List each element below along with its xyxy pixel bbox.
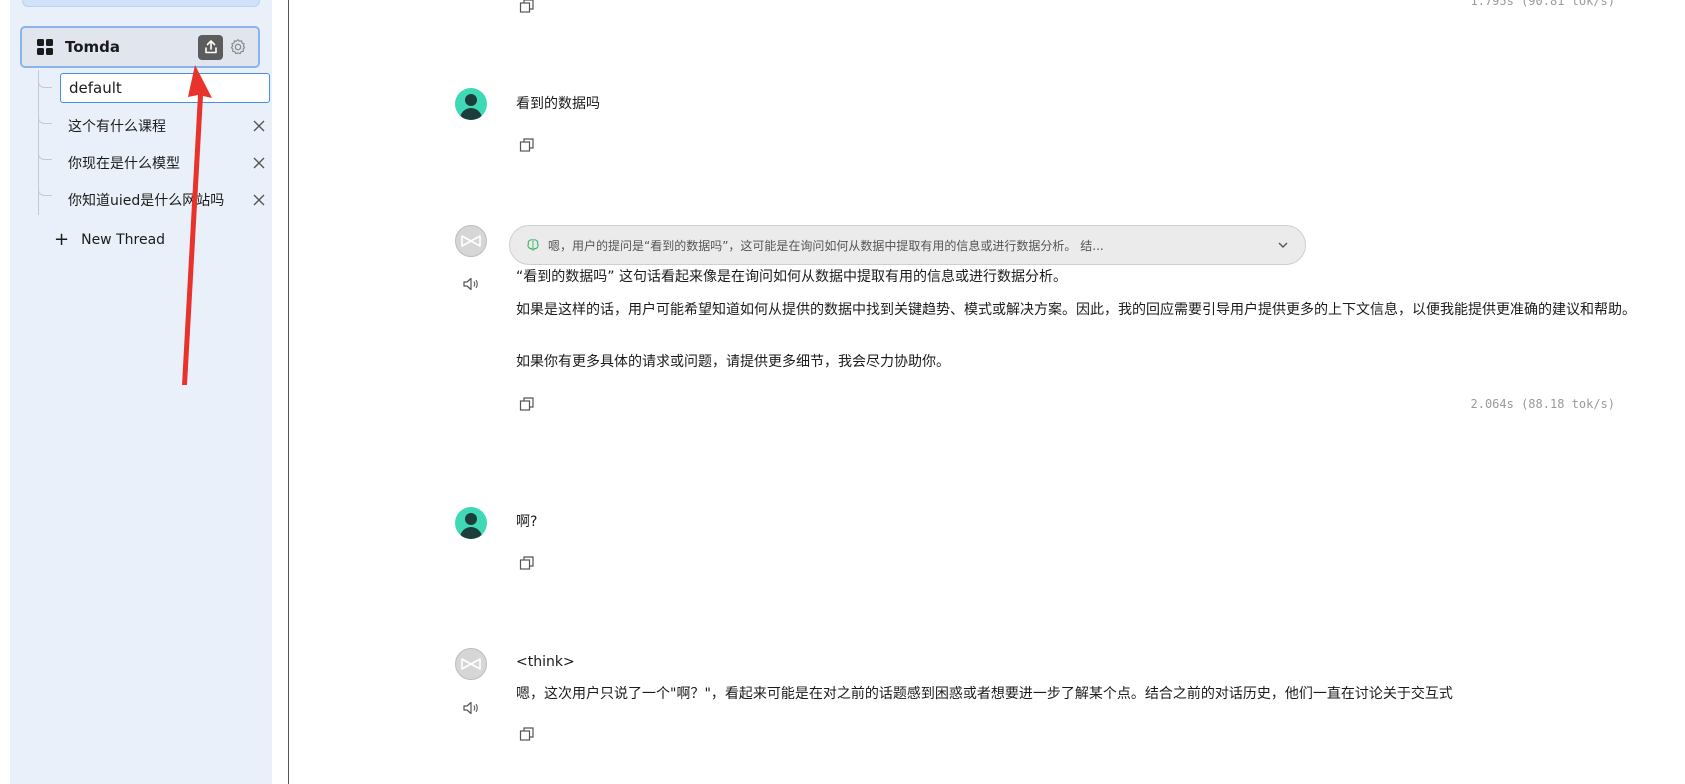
- assistant-paragraph: “看到的数据吗” 这句话看起来像是在询问如何从数据中提取有用的信息或进行数据分析…: [516, 269, 1067, 285]
- app-window: Tomda 这个有什么课程: [0, 0, 1685, 784]
- sidebar: Tomda 这个有什么课程: [10, 0, 272, 784]
- user-message: 看到的数据吗: [516, 96, 600, 112]
- new-thread-button[interactable]: + New Thread: [54, 231, 165, 249]
- topic-label: 这个有什么课程: [68, 119, 166, 135]
- brain-icon: [527, 239, 539, 251]
- copy-icon[interactable]: [519, 396, 535, 412]
- bowtie-logo-icon: [461, 235, 481, 247]
- topic-label: 你现在是什么模型: [68, 156, 180, 172]
- response-stat: 1.795s (90.81 tok/s): [1470, 0, 1616, 8]
- tree-branch: [38, 186, 52, 196]
- sidebar-top-item[interactable]: [22, 0, 260, 7]
- chevron-down-icon[interactable]: [1277, 239, 1289, 251]
- topic-item[interactable]: 你现在是什么模型: [60, 149, 270, 177]
- tree-branch: [38, 150, 52, 160]
- new-thread-label: New Thread: [81, 232, 166, 248]
- user-avatar: [455, 507, 487, 539]
- export-button[interactable]: [198, 34, 223, 60]
- tree-branch: [38, 78, 52, 88]
- copy-icon[interactable]: [519, 137, 535, 153]
- assistant-card[interactable]: Tomda: [20, 26, 260, 68]
- topic-item[interactable]: 这个有什么课程: [60, 112, 270, 140]
- tree-branch: [38, 114, 52, 124]
- annotation-arrow-icon: [182, 65, 212, 385]
- upload-icon: [204, 40, 217, 54]
- copy-icon[interactable]: [519, 555, 535, 571]
- close-icon[interactable]: [248, 189, 270, 211]
- close-icon[interactable]: [248, 115, 270, 137]
- speaker-icon[interactable]: [462, 699, 480, 717]
- copy-icon[interactable]: [519, 726, 535, 742]
- speaker-icon[interactable]: [462, 275, 480, 293]
- topic-item[interactable]: 你知道uied是什么网站吗: [60, 186, 270, 214]
- thinking-summary-text: 嗯，用户的提问是“看到的数据吗”，这可能是在询问如何从数据中提取有用的信息或进行…: [548, 238, 1104, 253]
- chat-area: 1.795s (90.81 tok/s) 看到的数据吗 嗯，用户的提问是“看到的…: [289, 0, 1685, 784]
- gear-icon: [230, 39, 245, 55]
- assistant-name: Tomda: [65, 38, 121, 56]
- response-stat: 2.064s (88.18 tok/s): [1470, 397, 1616, 411]
- assistant-avatar: [455, 648, 487, 680]
- assistant-paragraph: 如果你有更多具体的请求或问题，请提供更多细节，我会尽力协助你。: [516, 354, 950, 370]
- assistant-avatar: [455, 225, 487, 257]
- topic-name-input[interactable]: [60, 73, 270, 103]
- user-message: 啊?: [516, 514, 538, 530]
- apps-grid-icon: [37, 39, 53, 55]
- thinking-summary[interactable]: 嗯，用户的提问是“看到的数据吗”，这可能是在询问如何从数据中提取有用的信息或进行…: [509, 225, 1306, 265]
- assistant-paragraph: 如果是这样的话，用户可能希望知道如何从提供的数据中找到关键趋势、模式或解决方案。…: [516, 302, 1636, 318]
- user-avatar: [455, 88, 487, 120]
- bowtie-logo-icon: [461, 658, 481, 670]
- settings-button[interactable]: [225, 35, 250, 60]
- topic-label: 你知道uied是什么网站吗: [68, 193, 225, 209]
- think-tag: <think>: [516, 654, 575, 670]
- plus-icon: +: [54, 229, 70, 250]
- assistant-message: 嗯，这次用户只说了一个"啊？"，看起来可能是在对之前的话题感到困惑或者想要进一步…: [516, 686, 1453, 702]
- copy-icon[interactable]: [519, 0, 535, 14]
- close-icon[interactable]: [248, 152, 270, 174]
